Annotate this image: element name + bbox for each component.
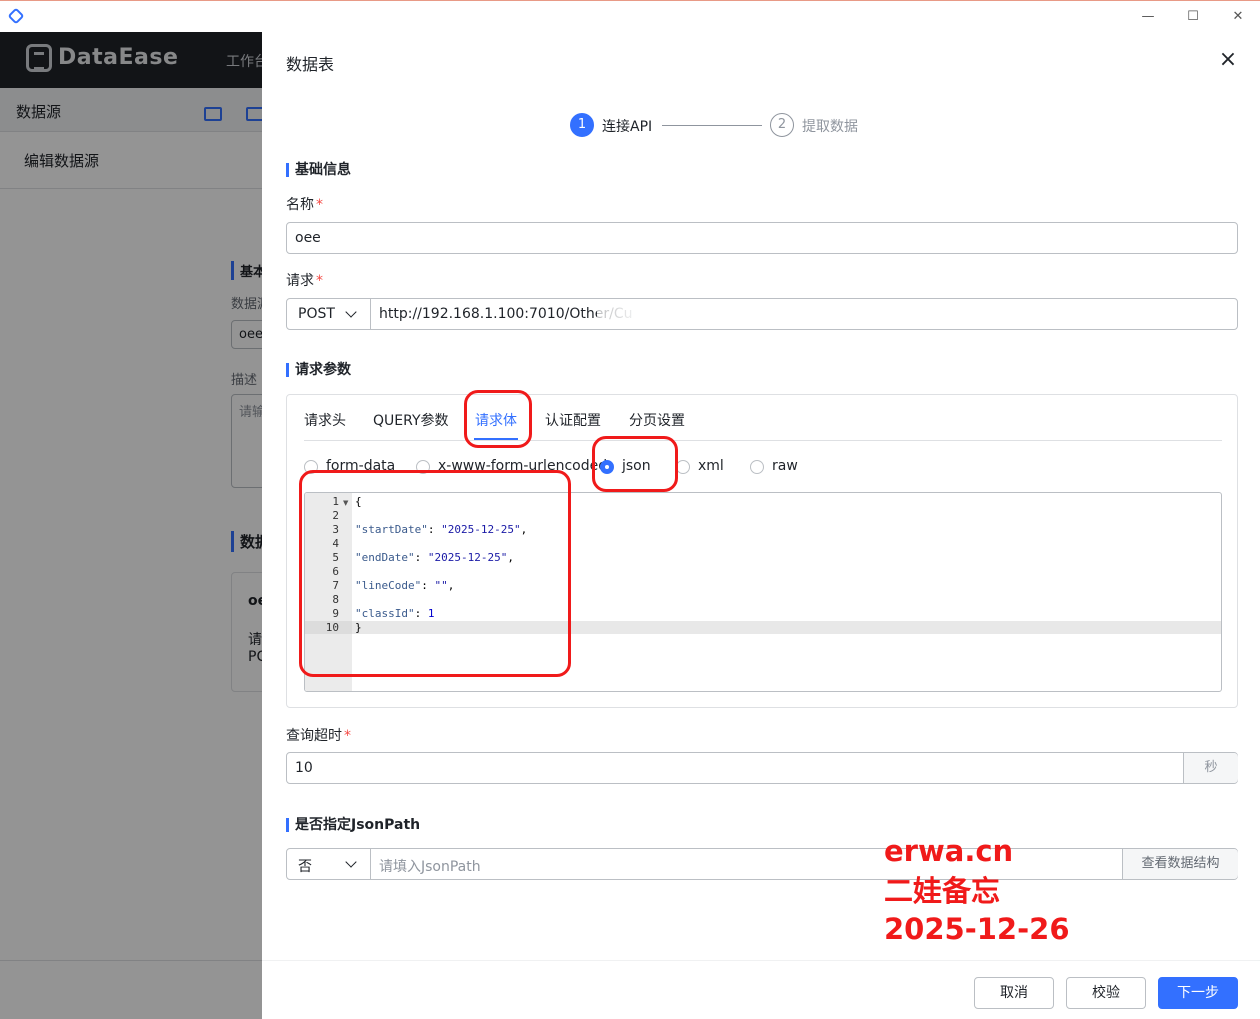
next-step-button[interactable]: 下一步	[1158, 977, 1238, 1009]
radio-label: raw	[772, 458, 798, 474]
radio-label: xml	[698, 458, 724, 474]
request-label-text: 请求	[286, 273, 314, 289]
timeout-value: 10	[295, 760, 313, 776]
tab-query-params[interactable]: QUERY参数	[373, 410, 449, 430]
url-input[interactable]: http://192.168.1.100:7010/Other/Cu	[379, 306, 633, 322]
step-2-icon: 2	[770, 113, 794, 137]
annotation-code	[299, 470, 571, 677]
section-jsonpath: 是否指定JsonPath	[286, 818, 420, 832]
jsonpath-select-value: 否	[298, 859, 312, 875]
watermark-name: 二娃备忘	[884, 874, 1001, 908]
watermark-date: 2025-12-26	[884, 912, 1070, 946]
name-value: oee	[295, 230, 321, 246]
method-value: POST	[298, 306, 335, 322]
jsonpath-input[interactable]: 请填入JsonPath	[379, 856, 481, 876]
name-label-text: 名称	[286, 197, 314, 213]
step-2-label: 提取数据	[802, 119, 858, 135]
tab-headers[interactable]: 请求头	[304, 410, 346, 430]
section-request-params: 请求参数	[286, 363, 351, 377]
window-titlebar: — ☐ ✕	[0, 0, 1260, 32]
request-input: POST http://192.168.1.100:7010/Other/Cu	[286, 298, 1238, 330]
validate-button[interactable]: 校验	[1066, 977, 1146, 1009]
close-icon[interactable]: ×	[1218, 49, 1238, 71]
app-icon	[7, 7, 25, 25]
maximize-button[interactable]: ☐	[1183, 7, 1203, 27]
chevron-down-icon	[345, 306, 357, 318]
timeout-label: 查询超时 *	[286, 728, 351, 744]
request-label: 请求 *	[286, 273, 323, 289]
tab-auth-config[interactable]: 认证配置	[545, 410, 601, 430]
step-connector	[662, 125, 762, 126]
redacted-blur	[597, 303, 837, 325]
timeout-input[interactable]: 10 秒	[286, 752, 1238, 784]
timeout-unit: 秒	[1183, 753, 1238, 783]
jsonpath-select[interactable]: 否	[287, 849, 371, 879]
section-basic-info: 基础信息	[286, 163, 351, 177]
view-structure-button[interactable]: 查看数据结构	[1122, 849, 1238, 879]
chevron-down-icon	[345, 856, 357, 868]
timeout-label-text: 查询超时	[286, 728, 342, 744]
tab-pagination[interactable]: 分页设置	[629, 410, 685, 430]
params-tabs: 请求头 QUERY参数 请求体 认证配置 分页设置	[304, 395, 1222, 441]
jsonpath-group: 否 请填入JsonPath 查看数据结构	[286, 848, 1238, 880]
drawer-title: 数据表	[286, 55, 335, 74]
minimize-button[interactable]: —	[1138, 7, 1158, 27]
window-close-button[interactable]: ✕	[1228, 7, 1248, 27]
annotation-json	[592, 436, 678, 492]
step-1-label: 连接API	[602, 119, 653, 135]
name-input[interactable]: oee	[286, 222, 1238, 254]
watermark-site: erwa.cn	[884, 834, 1014, 868]
name-label: 名称 *	[286, 197, 323, 213]
steps: 1 连接API 2 提取数据	[570, 113, 890, 137]
method-select[interactable]: POST	[287, 299, 371, 329]
annotation-request-body	[464, 390, 532, 448]
footer-divider	[262, 960, 1260, 961]
step-1-icon: 1	[570, 113, 594, 137]
cancel-button[interactable]: 取消	[974, 977, 1054, 1009]
modal-mask[interactable]	[0, 32, 262, 1019]
